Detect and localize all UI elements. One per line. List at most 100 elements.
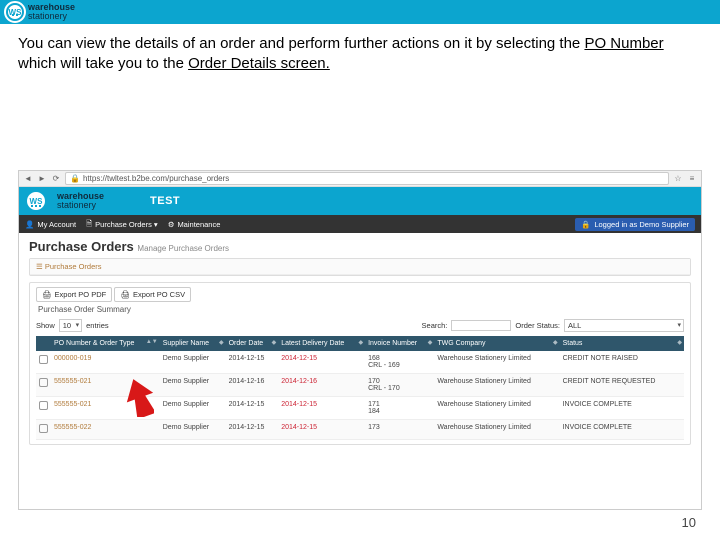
cell-twg: Warehouse Stationery Limited xyxy=(434,420,559,440)
row-checkbox[interactable] xyxy=(39,424,48,433)
address-bar: ◄ ► ⟳ 🔒 https://twltest.b2be.com/purchas… xyxy=(19,171,701,187)
row-checkbox[interactable] xyxy=(39,355,48,364)
cell-status: CREDIT NOTE RAISED xyxy=(560,351,684,374)
cell-status: INVOICE COMPLETE xyxy=(560,397,684,420)
col-po[interactable]: PO Number & Order Type▲▼ xyxy=(51,336,160,351)
env-label: TEST xyxy=(150,195,180,207)
panel-header: ☰ Purchase Orders xyxy=(30,259,690,275)
menu-icon[interactable]: ≡ xyxy=(687,174,697,184)
app-banner: WS warehouse stationery TEST xyxy=(19,187,701,215)
brand-line-2: stationery xyxy=(28,12,75,21)
status-select[interactable]: ALL xyxy=(564,319,684,332)
table-row: 000000-019Demo Supplier2014-12-152014-12… xyxy=(36,351,684,374)
url-text: https://twltest.b2be.com/purchase_orders xyxy=(83,174,229,183)
page-title-text: Purchase Orders xyxy=(29,239,134,254)
doc-icon: 🗎 xyxy=(86,218,92,231)
nav-purchase-orders[interactable]: 🗎Purchase Orders ▾ xyxy=(86,218,158,231)
cell-order-date: 2014-12-15 xyxy=(226,351,279,374)
export-csv-button[interactable]: 🖨Export PO CSV xyxy=(114,287,191,302)
cell-deliv-date: 2014-12-15 xyxy=(278,420,365,440)
ws-logo-circle: WS xyxy=(6,3,24,21)
cell-order-date: 2014-12-15 xyxy=(226,397,279,420)
lock-icon: 🔒 xyxy=(581,220,590,229)
url-field[interactable]: 🔒 https://twltest.b2be.com/purchase_orde… xyxy=(65,172,669,185)
forward-icon[interactable]: ► xyxy=(37,174,47,184)
logged-in-text: Logged in as Demo Supplier xyxy=(594,220,689,229)
table-row: 555555-021Demo Supplier2014-12-162014-12… xyxy=(36,374,684,397)
pdf-icon: 🖨 xyxy=(42,290,52,299)
summary-title: Purchase Order Summary xyxy=(38,305,684,314)
table-row: 555555-021Demo Supplier2014-12-152014-12… xyxy=(36,397,684,420)
col-status[interactable]: Status◆ xyxy=(560,336,684,351)
cell-invoice: 168CRL - 169 xyxy=(365,351,434,374)
back-icon[interactable]: ◄ xyxy=(23,174,33,184)
app-brand: warehouse stationery xyxy=(57,192,104,210)
search-input[interactable] xyxy=(451,320,511,331)
page-number: 10 xyxy=(682,515,696,530)
cell-supplier: Demo Supplier xyxy=(160,420,226,440)
export-pdf-button[interactable]: 🖨Export PO PDF xyxy=(36,287,112,302)
star-icon[interactable]: ☆ xyxy=(673,174,683,184)
cell-invoice: 171184 xyxy=(365,397,434,420)
po-link[interactable]: 555555-021 xyxy=(54,401,91,408)
cell-invoice: 170CRL - 170 xyxy=(365,374,434,397)
nav-my-account[interactable]: 👤My Account xyxy=(25,218,76,231)
cell-deliv-date: 2014-12-15 xyxy=(278,351,365,374)
caption-part-c: which will take you to the xyxy=(18,55,188,72)
ws-logo: WS warehouse stationery xyxy=(6,3,75,21)
col-checkbox xyxy=(36,336,51,351)
col-twg[interactable]: TWG Company◆ xyxy=(434,336,559,351)
csv-icon: 🖨 xyxy=(120,290,130,299)
table-head: PO Number & Order Type▲▼ Supplier Name◆ … xyxy=(36,336,684,351)
cell-twg: Warehouse Stationery Limited xyxy=(434,374,559,397)
po-link[interactable]: 000000-019 xyxy=(54,355,91,362)
caption-po-number: PO Number xyxy=(584,35,663,52)
col-deliv-date[interactable]: Latest Delivery Date◆ xyxy=(278,336,365,351)
row-checkbox[interactable] xyxy=(39,401,48,410)
table-body: 000000-019Demo Supplier2014-12-152014-12… xyxy=(36,351,684,440)
cell-twg: Warehouse Stationery Limited xyxy=(434,397,559,420)
cell-deliv-date: 2014-12-16 xyxy=(278,374,365,397)
row-checkbox[interactable] xyxy=(39,378,48,387)
user-icon: 👤 xyxy=(25,220,34,229)
po-link[interactable]: 555555-021 xyxy=(54,378,91,385)
main-nav: 👤My Account 🗎Purchase Orders ▾ ⚙Maintena… xyxy=(19,215,701,233)
show-select[interactable]: 10 xyxy=(59,319,82,332)
po-panel: ☰ Purchase Orders xyxy=(29,258,691,276)
logged-in-badge[interactable]: 🔒 Logged in as Demo Supplier xyxy=(575,218,695,231)
slide-caption: You can view the details of an order and… xyxy=(0,24,720,73)
cell-supplier: Demo Supplier xyxy=(160,374,226,397)
col-supplier[interactable]: Supplier Name◆ xyxy=(160,336,226,351)
cell-twg: Warehouse Stationery Limited xyxy=(434,351,559,374)
col-invoice[interactable]: Invoice Number◆ xyxy=(365,336,434,351)
cell-supplier: Demo Supplier xyxy=(160,351,226,374)
entries-label: entries xyxy=(86,321,109,330)
lock-icon: 🔒 xyxy=(70,174,80,183)
slide-header: WS warehouse stationery xyxy=(0,0,720,24)
gear-icon: ⚙ xyxy=(168,220,175,229)
po-body-panel: 🖨Export PO PDF 🖨Export PO CSV Purchase O… xyxy=(29,282,691,445)
table-row: 555555-022Demo Supplier2014-12-152014-12… xyxy=(36,420,684,440)
app-brand-2: stationery xyxy=(57,201,104,210)
cell-invoice: 173 xyxy=(365,420,434,440)
cell-status: CREDIT NOTE REQUESTED xyxy=(560,374,684,397)
search-label: Search: xyxy=(422,321,448,330)
filter-bar: Show 10 entries Search: Order Status: AL… xyxy=(36,317,684,336)
brand-text: warehouse stationery xyxy=(28,3,75,21)
status-label: Order Status: xyxy=(515,321,560,330)
cell-status: INVOICE COMPLETE xyxy=(560,420,684,440)
po-link[interactable]: 555555-022 xyxy=(54,424,91,431)
page-subtitle: Manage Purchase Orders xyxy=(137,244,229,253)
cell-order-date: 2014-12-16 xyxy=(226,374,279,397)
col-order-date[interactable]: Order Date◆ xyxy=(226,336,279,351)
nav-maintenance[interactable]: ⚙Maintenance xyxy=(168,218,221,231)
cell-order-date: 2014-12-15 xyxy=(226,420,279,440)
browser-window: ◄ ► ⟳ 🔒 https://twltest.b2be.com/purchas… xyxy=(18,170,702,510)
page-title: Purchase Orders Manage Purchase Orders xyxy=(29,239,691,254)
cell-deliv-date: 2014-12-15 xyxy=(278,397,365,420)
cell-supplier: Demo Supplier xyxy=(160,397,226,420)
reload-icon[interactable]: ⟳ xyxy=(51,174,61,184)
app-logo: WS xyxy=(25,190,47,212)
show-label: Show xyxy=(36,321,55,330)
content-area: Purchase Orders Manage Purchase Orders ☰… xyxy=(19,233,701,509)
